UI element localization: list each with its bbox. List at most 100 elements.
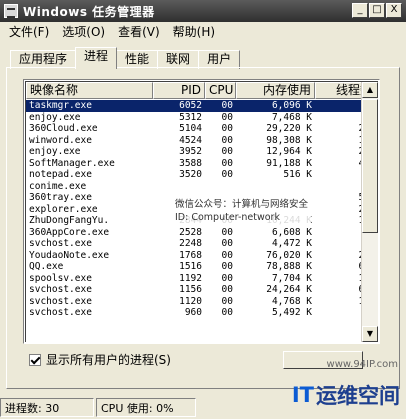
cell-pid: 2528 — [179, 226, 202, 238]
cell-name: QQ.exe — [29, 261, 64, 272]
cell-name: enjoy.exe — [29, 111, 81, 123]
scroll-up-button[interactable]: ▲ — [362, 82, 378, 98]
cell-mem — [236, 181, 315, 193]
show-all-users-checkbox[interactable] — [29, 353, 41, 366]
cell-cpu: 00 — [221, 134, 233, 146]
watermark-logo-text: 运维空间 — [316, 384, 400, 408]
table-row[interactable]: SoftManager.exe35880091,188 K46 — [26, 158, 376, 170]
table-row[interactable]: QQ.exe15160078,888 K61 — [26, 261, 376, 273]
cell-name: 360tray.exe — [29, 192, 92, 203]
table-row[interactable]: notepad.exe352000516 K2 — [26, 169, 376, 181]
tab-processes[interactable]: 进程 — [75, 47, 118, 69]
cell-pid: 3520 — [179, 169, 202, 180]
table-row[interactable]: YoudaoNote.exe17680076,020 K20 — [26, 250, 376, 262]
cell-name: 360AppCore.exe — [29, 226, 110, 238]
task-manager-window: Windows 任务管理器 _ □ X 文件(F) 选项(O) 查看(V) 帮助… — [0, 0, 406, 419]
cell-pid: 1192 — [179, 272, 202, 284]
cell-name: svchost.exe — [29, 295, 92, 307]
cell-cpu — [205, 181, 236, 193]
menu-bar: 文件(F) 选项(O) 查看(V) 帮助(H) — [0, 22, 406, 41]
column-image-name[interactable]: 映像名称 — [26, 82, 153, 99]
cell-cpu: 00 — [221, 238, 233, 249]
minimize-button[interactable]: _ — [352, 3, 368, 18]
cell-pid: 1516 — [179, 261, 202, 272]
cell-cpu: 00 — [221, 249, 233, 261]
cell-name: winword.exe — [29, 134, 92, 146]
cell-cpu: 00 — [221, 169, 233, 180]
column-pid[interactable]: PID — [153, 82, 205, 99]
cell-cpu: 00 — [221, 226, 233, 238]
cell-cpu: 00 — [221, 272, 233, 284]
menu-options[interactable]: 选项(O) — [53, 23, 109, 40]
cell-pid — [153, 181, 205, 193]
cell-pid: 5312 — [179, 111, 202, 123]
cell-name: svchost.exe — [29, 284, 92, 295]
cell-pid: 2248 — [179, 238, 202, 249]
cell-mem: 4,472 K — [271, 238, 312, 249]
cell-mem: 78,888 K — [266, 261, 312, 272]
table-row[interactable]: taskmgr.exe6052006,096 K4 — [26, 100, 376, 112]
cell-cpu: 00 — [221, 100, 233, 111]
table-row[interactable]: spoolsv.exe1192007,704 K13 — [26, 273, 376, 285]
watermark-line-2: ID: Computer-network — [175, 212, 280, 223]
cell-cpu: 00 — [221, 123, 233, 134]
cell-name: 360Cloud.exe — [29, 123, 98, 134]
cell-name: spoolsv.exe — [29, 272, 92, 284]
cell-name: notepad.exe — [29, 169, 92, 180]
table-row[interactable]: 360Cloud.exe51040029,220 K23 — [26, 123, 376, 135]
show-all-users-label: 显示所有用户的进程(S) — [46, 353, 171, 367]
watermark-line-1: 微信公众号：计算机与网络安全 — [175, 199, 309, 210]
cell-name: explorer.exe — [29, 203, 98, 215]
cell-cpu: 00 — [221, 111, 233, 123]
cell-pid: 960 — [184, 307, 202, 318]
table-row[interactable]: winword.exe45240098,308 K11 — [26, 135, 376, 147]
table-row[interactable]: enjoy.exe39520012,964 K29 — [26, 146, 376, 158]
cell-cpu: 00 — [221, 307, 233, 318]
column-memory[interactable]: 内存使用 — [236, 82, 315, 99]
cell-pid: 6052 — [179, 100, 202, 111]
table-row[interactable]: 360AppCore.exe2528006,608 K6 — [26, 227, 376, 239]
scroll-down-button[interactable]: ▼ — [362, 326, 378, 342]
cell-mem: 7,468 K — [271, 111, 312, 123]
column-cpu[interactable]: CPU — [205, 82, 236, 99]
cell-cpu: 00 — [221, 295, 233, 307]
cell-pid: 3588 — [179, 157, 202, 169]
cell-name: enjoy.exe — [29, 146, 81, 157]
watermark-caption: 微信公众号：计算机与网络安全 ID: Computer-network — [172, 197, 312, 225]
cell-pid: 1768 — [179, 249, 202, 261]
cell-cpu: 00 — [221, 157, 233, 169]
cell-mem: 5,492 K — [271, 307, 312, 318]
watermark-logo: IT 运维空间 — [292, 380, 400, 410]
table-row[interactable]: svchost.exe960005,492 K6 — [26, 307, 376, 319]
vertical-scrollbar[interactable]: ▲ ▼ — [361, 82, 378, 342]
table-row[interactable]: enjoy.exe5312007,468 K9 — [26, 112, 376, 124]
cell-name: ZhuDongFangYu. — [29, 215, 110, 226]
table-row[interactable]: svchost.exe1120004,768 K11 — [26, 296, 376, 308]
close-button[interactable]: X — [386, 3, 402, 18]
table-row[interactable]: svchost.exe2248004,472 K6 — [26, 238, 376, 250]
cell-mem: 98,308 K — [266, 134, 312, 146]
show-all-users-option[interactable]: 显示所有用户的进程(S) — [29, 351, 171, 368]
maximize-button[interactable]: □ — [369, 3, 385, 18]
cell-mem: 4,768 K — [271, 295, 312, 307]
tab-strip: 应用程序 进程 性能 联网 用户 — [10, 47, 241, 69]
cell-pid: 1120 — [179, 295, 202, 307]
cell-cpu: 00 — [221, 146, 233, 157]
cell-mem: 29,220 K — [266, 123, 312, 134]
status-cpu-usage: CPU 使用: 0% — [96, 398, 196, 417]
cell-name: conime.exe — [29, 180, 87, 192]
cell-mem: 6,096 K — [271, 100, 312, 111]
cell-pid: 5104 — [179, 123, 202, 134]
menu-view[interactable]: 查看(V) — [109, 23, 164, 40]
cell-pid: 3952 — [179, 146, 202, 157]
menu-file[interactable]: 文件(F) — [0, 23, 53, 40]
cell-mem: 12,964 K — [266, 146, 312, 157]
cell-mem: 24,264 K — [266, 284, 312, 295]
cell-pid: 1156 — [179, 284, 202, 295]
table-row[interactable]: conime.exe1 — [26, 181, 376, 193]
cell-name: SoftManager.exe — [29, 157, 115, 169]
menu-help[interactable]: 帮助(H) — [164, 23, 219, 40]
title-bar[interactable]: Windows 任务管理器 _ □ X — [0, 0, 406, 22]
table-row[interactable]: svchost.exe11560024,264 K62 — [26, 284, 376, 296]
scroll-thumb[interactable] — [362, 99, 378, 233]
